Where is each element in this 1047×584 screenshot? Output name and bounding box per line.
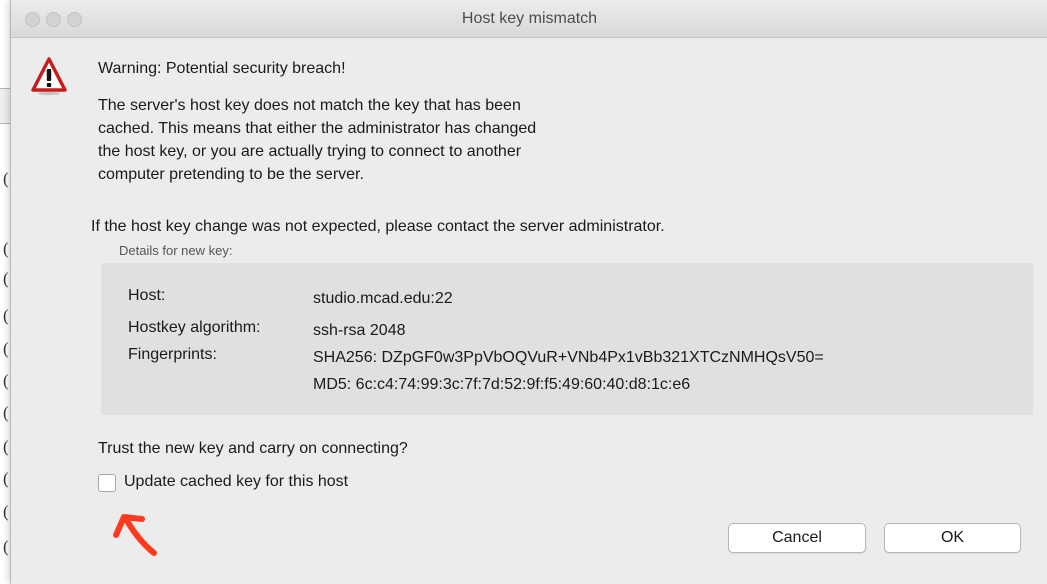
key-details-box: Host: studio.mcad.edu:22 Hostkey algorit… <box>101 263 1033 415</box>
host-key-mismatch-dialog: Host key mismatch Warning: Potential sec… <box>10 0 1047 584</box>
annotation-arrow-icon <box>113 514 157 556</box>
host-label: Host: <box>128 287 166 304</box>
cancel-button[interactable]: Cancel <box>728 523 866 553</box>
details-group-label: Details for new key: <box>119 243 233 258</box>
warning-message: The server's host key does not match the… <box>98 94 738 186</box>
fingerprints-label: Fingerprints: <box>128 346 217 363</box>
algorithm-value: ssh-rsa 2048 <box>313 322 406 339</box>
ok-button[interactable]: OK <box>884 523 1021 553</box>
warning-message-line: The server's host key does not match the… <box>98 97 521 114</box>
warning-triangle-icon <box>31 57 67 96</box>
update-cached-key-checkbox[interactable] <box>98 474 116 492</box>
background-scrollbar <box>0 88 10 124</box>
update-cached-key-label[interactable]: Update cached key for this host <box>124 473 348 491</box>
window-title: Host key mismatch <box>461 10 598 27</box>
warning-heading: Warning: Potential security breach! <box>98 60 346 77</box>
contact-admin-note: If the host key change was not expected,… <box>91 218 665 235</box>
host-value: studio.mcad.edu:22 <box>313 290 453 307</box>
fingerprint-sha256: SHA256: DZpGF0w3PpVbOQVuR+VNb4Px1vBb321X… <box>313 349 824 366</box>
warning-message-line: the host key, or you are actually trying… <box>98 143 522 160</box>
warning-message-line: cached. This means that either the admin… <box>98 120 537 137</box>
fingerprint-md5: MD5: 6c:c4:74:99:3c:7f:7d:52:9f:f5:49:60… <box>313 376 691 393</box>
trust-question: Trust the new key and carry on connectin… <box>98 440 408 457</box>
title-bar[interactable]: Host key mismatch <box>11 0 1047 38</box>
algorithm-label: Hostkey algorithm: <box>128 319 261 336</box>
warning-message-line: computer pretending to be the server. <box>98 166 364 183</box>
